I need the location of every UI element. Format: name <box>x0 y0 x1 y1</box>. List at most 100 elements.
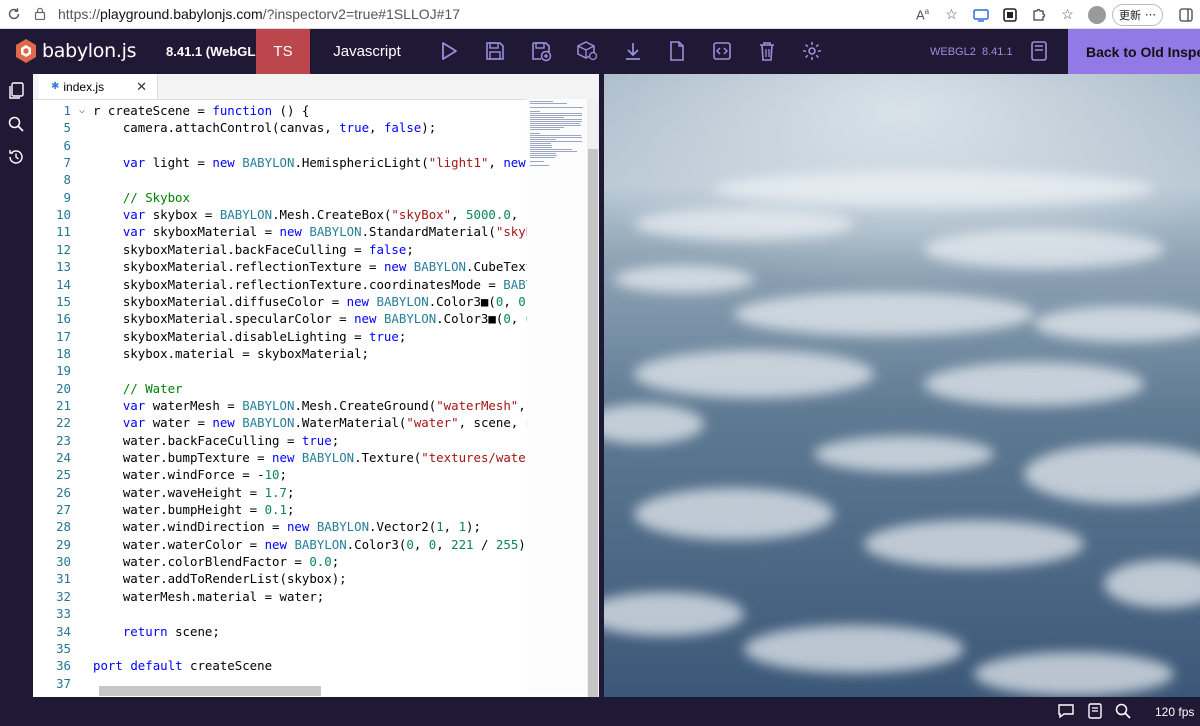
code-line[interactable]: 34 return scene; <box>33 623 527 640</box>
code-line[interactable]: 18 skybox.material = skyboxMaterial; <box>33 345 527 362</box>
favorites-icon[interactable]: ☆ <box>1053 0 1082 29</box>
save-as-icon[interactable] <box>530 40 552 62</box>
save-icon[interactable] <box>484 40 506 62</box>
update-button[interactable]: 更新 ⋯ <box>1112 3 1163 26</box>
code-line[interactable]: 1 ⌵ r createScene = function () { <box>33 102 527 119</box>
clear-icon[interactable] <box>756 40 778 62</box>
line-number: 21 <box>56 397 71 413</box>
close-icon[interactable]: ✕ <box>136 79 147 95</box>
search-icon[interactable] <box>7 115 25 133</box>
code-line[interactable]: 31 water.addToRenderList(skybox); <box>33 570 527 587</box>
code-area[interactable]: 1 ⌵ r createScene = function () {5 camera.… <box>33 99 527 694</box>
code-line[interactable]: 33 <box>33 605 527 622</box>
extensions-puzzle-icon[interactable] <box>1024 0 1053 29</box>
minimap-line <box>530 143 551 144</box>
code-text: water.waterColor = new BABYLON.Color3(0,… <box>93 536 527 552</box>
minimap-line <box>530 123 581 124</box>
back-to-old-inspector-button[interactable]: Back to Old Inspector <box>1068 29 1200 74</box>
code-line[interactable]: 23 water.backFaceCulling = true; <box>33 432 527 449</box>
code-line[interactable]: 28 water.windDirection = new BABYLON.Vec… <box>33 518 527 535</box>
code-line[interactable]: 5 camera.attachControl(canvas, true, fal… <box>33 119 527 136</box>
horizontal-scrollbar-thumb[interactable] <box>99 686 321 696</box>
minimap-line <box>530 111 541 112</box>
render-canvas[interactable] <box>604 74 1200 697</box>
code-line[interactable]: 20 // Water <box>33 380 527 397</box>
code-line[interactable]: 14 skyboxMaterial.reflectionTexture.coor… <box>33 276 527 293</box>
line-number: 10 <box>56 207 71 223</box>
favorite-star-icon[interactable]: ☆ <box>937 0 966 29</box>
vertical-scrollbar[interactable] <box>587 99 599 697</box>
version-selector[interactable]: 8.41.1 (WebGL2) <box>166 44 267 59</box>
extension-square-icon[interactable] <box>995 0 1024 29</box>
line-number: 1 <box>63 103 71 118</box>
sidebar-toggle-icon[interactable] <box>1171 0 1200 29</box>
code-line[interactable]: 12 skyboxMaterial.backFaceCulling = fals… <box>33 241 527 258</box>
tab-typescript[interactable]: TS <box>256 29 310 74</box>
code-line[interactable]: 22 var water = new BABYLON.WaterMaterial… <box>33 414 527 431</box>
examples-icon[interactable] <box>1028 40 1050 62</box>
code-line[interactable]: 19 <box>33 362 527 379</box>
code-line[interactable]: 11 var skyboxMaterial = new BABYLON.Stan… <box>33 223 527 240</box>
code-line[interactable]: 25 water.windForce = -10; <box>33 466 527 483</box>
code-line[interactable]: 17 skyboxMaterial.disableLighting = true… <box>33 328 527 345</box>
line-number: 33 <box>56 606 71 622</box>
file-tab-index-js[interactable]: ✱ index.js ✕ <box>39 74 158 99</box>
download-scene-icon[interactable] <box>576 40 598 62</box>
line-number: 15 <box>56 293 71 309</box>
more-icon: ⋯ <box>1145 9 1156 21</box>
code-line[interactable]: 35 <box>33 640 527 657</box>
code-text: r createScene = function () { <box>93 103 310 118</box>
activity-bar <box>0 74 33 697</box>
code-line[interactable]: 29 water.waterColor = new BABYLON.Color3… <box>33 536 527 553</box>
play-icon[interactable] <box>438 40 460 62</box>
code-text: water.bumpHeight = 0.1; <box>93 502 295 518</box>
code-line[interactable]: 6 <box>33 137 527 154</box>
code-line[interactable]: 10 var skybox = BABYLON.Mesh.CreateBox("… <box>33 206 527 223</box>
babylon-logo[interactable]: babylon.js <box>14 38 136 64</box>
code-text: water.backFaceCulling = true; <box>93 432 340 448</box>
code-line[interactable]: 27 water.bumpHeight = 0.1; <box>33 501 527 518</box>
code-line[interactable]: 24 water.bumpTexture = new BABYLON.Textu… <box>33 449 527 466</box>
minimap[interactable] <box>527 99 587 694</box>
cast-icon[interactable] <box>966 0 995 29</box>
vertical-scrollbar-thumb[interactable] <box>588 149 598 697</box>
line-number: 5 <box>63 120 71 136</box>
minimap-line <box>530 153 557 154</box>
tab-javascript[interactable]: Javascript <box>310 29 424 74</box>
code-line[interactable]: 32 waterMesh.material = water; <box>33 588 527 605</box>
address-bar[interactable]: https://playground.babylonjs.com/?inspec… <box>28 3 918 25</box>
code-line[interactable]: 13 skyboxMaterial.reflectionTexture = ne… <box>33 258 527 275</box>
minimap-line <box>530 147 552 148</box>
code-line[interactable]: 15 skyboxMaterial.diffuseColor = new BAB… <box>33 293 527 310</box>
line-number: 20 <box>56 380 71 396</box>
download-icon[interactable] <box>622 40 644 62</box>
comment-icon[interactable] <box>1057 702 1075 720</box>
code-line[interactable]: 8 <box>33 171 527 188</box>
code-text: var skyboxMaterial = new BABYLON.Standar… <box>122 224 527 240</box>
settings-icon[interactable] <box>801 40 823 62</box>
files-icon[interactable] <box>7 82 25 100</box>
brand-name: babylon.js <box>42 40 137 62</box>
code-line[interactable]: 9 // Skybox <box>33 189 527 206</box>
code-line[interactable]: 21 var waterMesh = BABYLON.Mesh.CreateGr… <box>33 397 527 414</box>
new-file-icon[interactable] <box>666 40 688 62</box>
history-icon[interactable] <box>7 148 25 166</box>
code-line[interactable]: 36 port default createScene <box>33 657 527 674</box>
code-text: water.windForce = -10; <box>93 467 287 483</box>
line-number: 31 <box>56 571 71 587</box>
code-line[interactable]: 7 var light = new BABYLON.HemisphericLig… <box>33 154 527 171</box>
format-code-icon[interactable] <box>711 40 733 62</box>
zoom-search-icon[interactable] <box>1114 702 1132 720</box>
code-editor[interactable]: ✱ index.js ✕ 1 ⌵ r createScene = function … <box>33 74 599 697</box>
code-text: port default createScene <box>93 658 273 674</box>
url-text: https://playground.babylonjs.com/?inspec… <box>58 6 460 22</box>
code-line[interactable]: 26 water.waveHeight = 1.7; <box>33 484 527 501</box>
read-aloud-icon[interactable]: Aa <box>908 0 937 29</box>
lock-icon <box>34 7 48 21</box>
fold-chevron-icon[interactable]: ⌵ <box>79 102 85 119</box>
profile-avatar[interactable] <box>1088 5 1106 24</box>
inspector-icon[interactable] <box>1086 702 1104 720</box>
reload-icon[interactable] <box>2 2 26 26</box>
code-line[interactable]: 30 water.colorBlendFactor = 0.0; <box>33 553 527 570</box>
code-line[interactable]: 16 skyboxMaterial.specularColor = new BA… <box>33 310 527 327</box>
